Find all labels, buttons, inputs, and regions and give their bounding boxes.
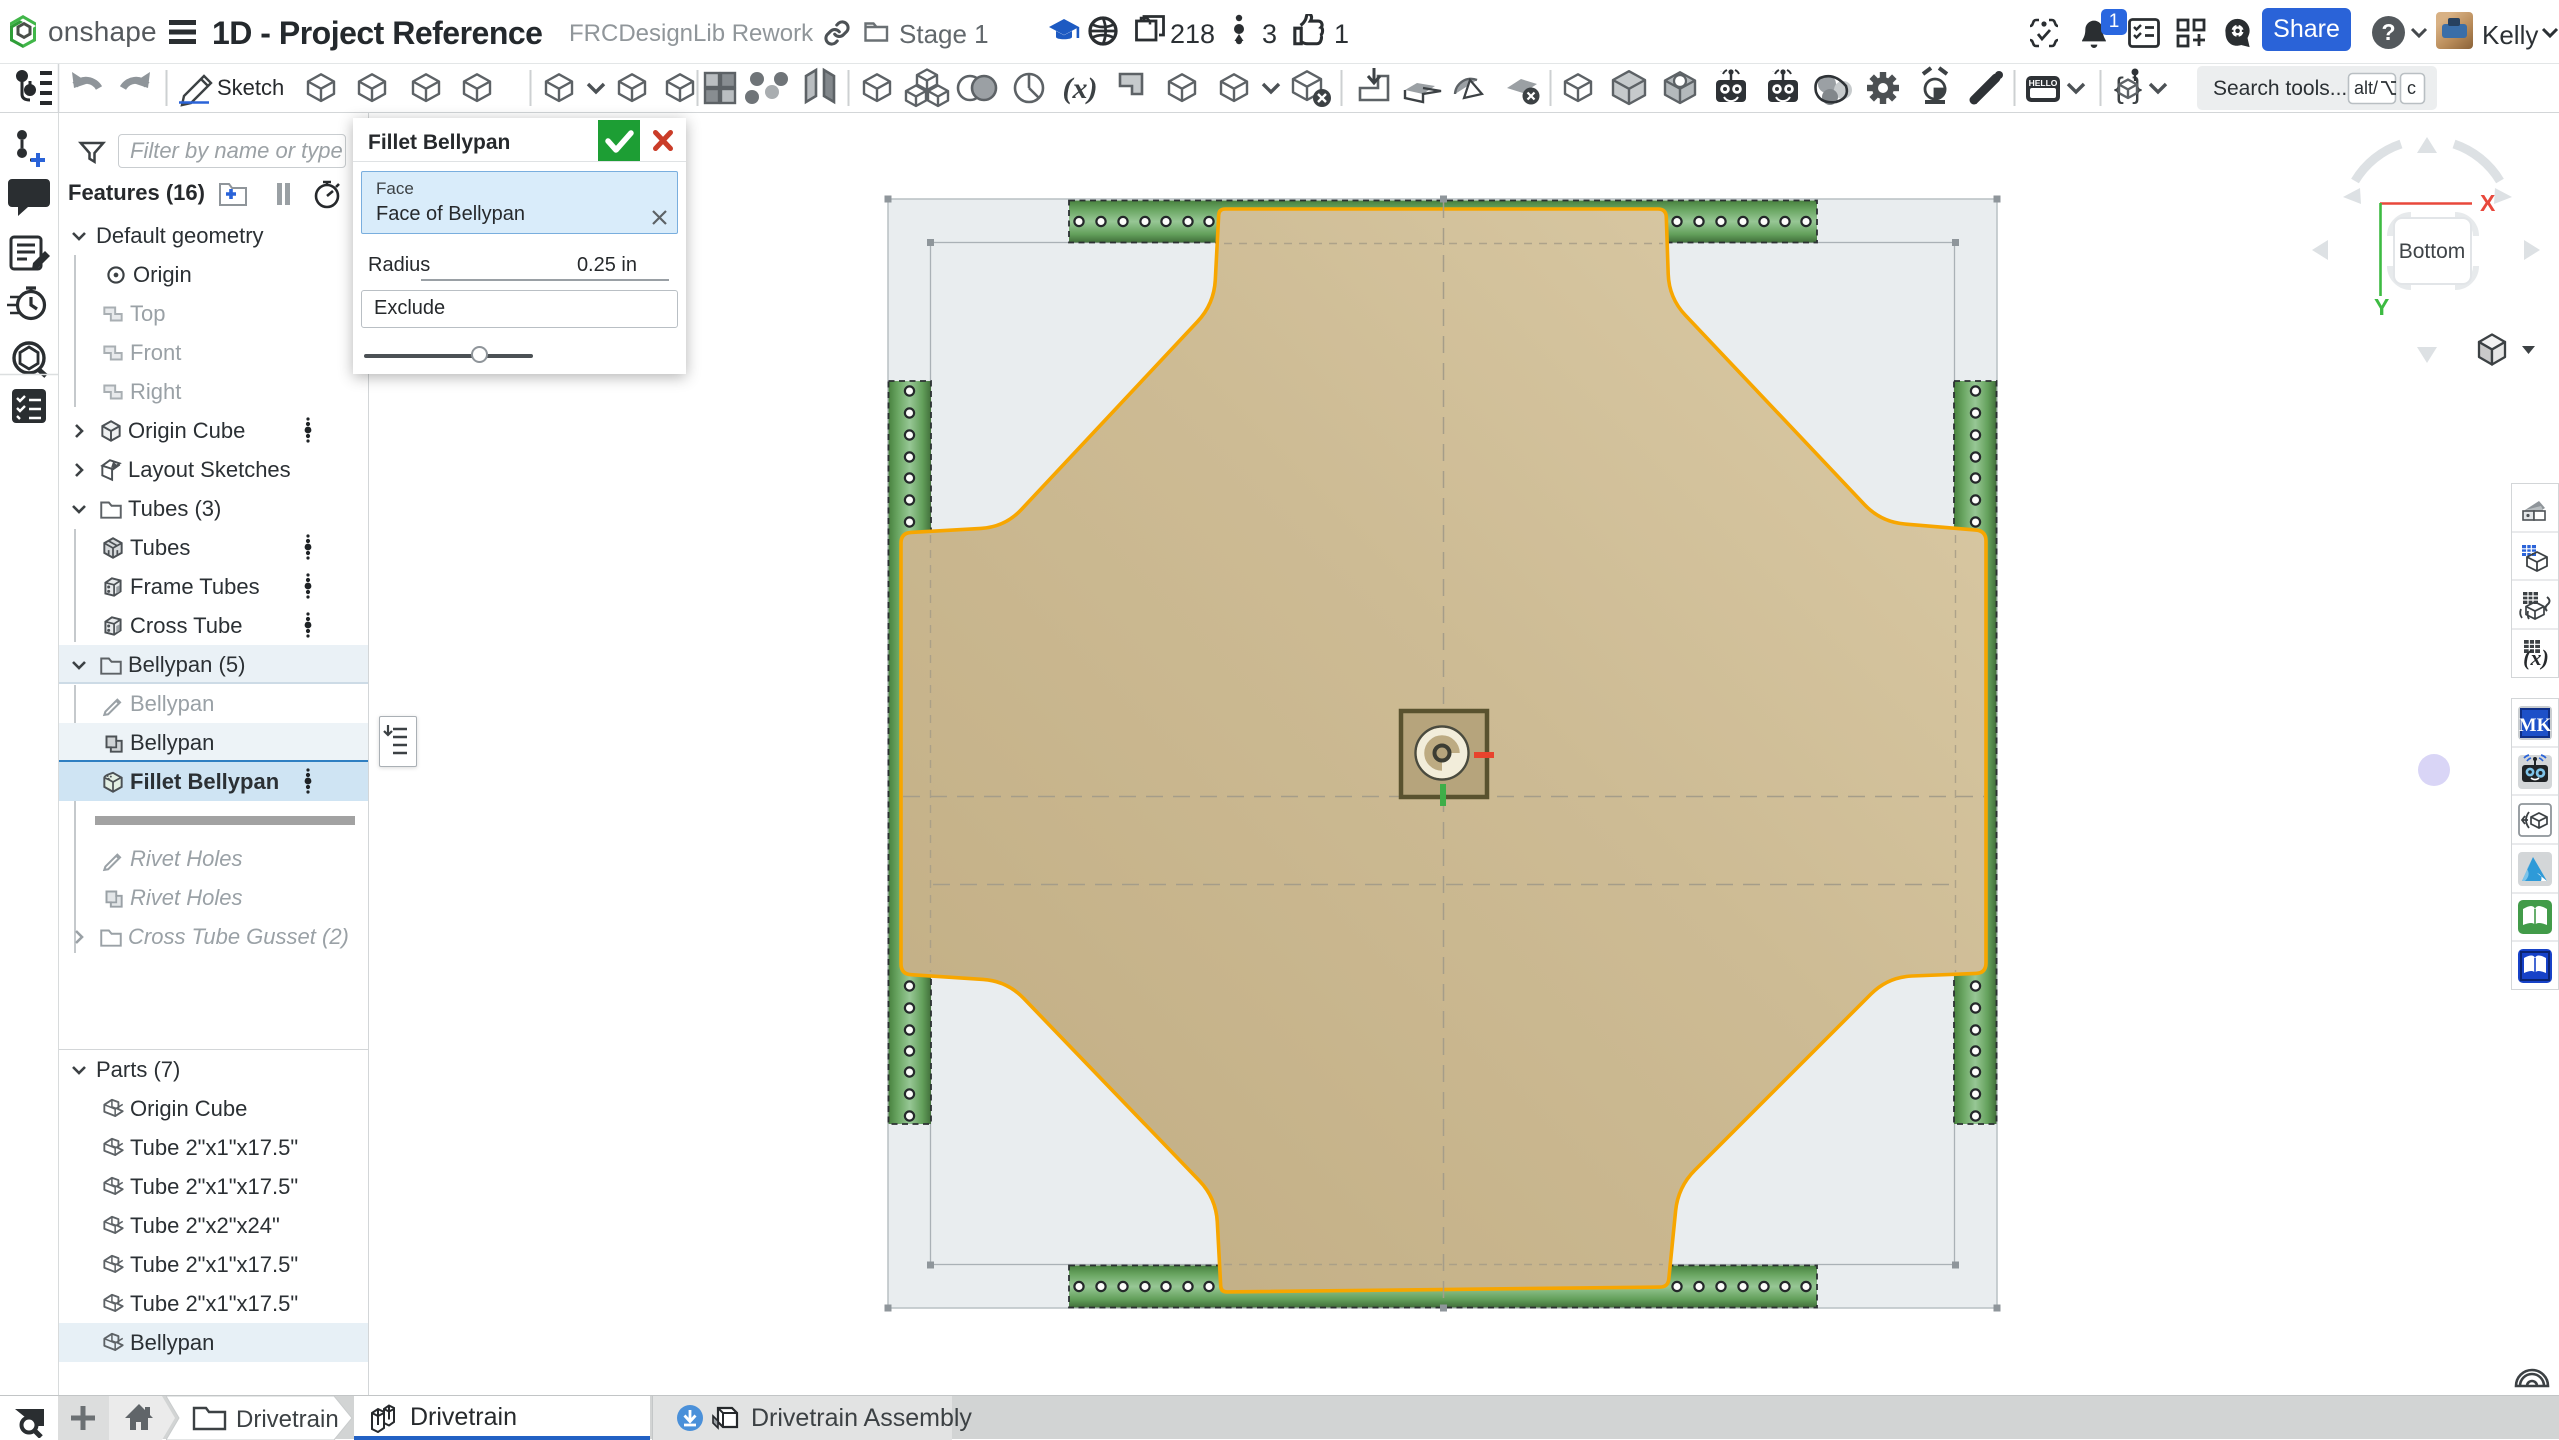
svg-text:X: X <box>2480 190 2496 216</box>
svg-text:HELLO: HELLO <box>2029 78 2058 88</box>
svg-text:Bottom: Bottom <box>2399 240 2466 263</box>
svg-text:MK: MK <box>2519 715 2552 736</box>
svg-text:Y: Y <box>2374 294 2389 320</box>
svg-text:Drivetrain: Drivetrain <box>236 1406 339 1433</box>
svg-text:(x): (x) <box>2523 645 2549 670</box>
svg-text:(x): (x) <box>1063 72 1098 105</box>
svg-text:alt/: alt/ <box>2354 78 2378 98</box>
svg-text:Search tools...: Search tools... <box>2213 77 2347 100</box>
svg-text:Sketch: Sketch <box>217 75 284 100</box>
svg-text:c: c <box>2407 78 2416 98</box>
